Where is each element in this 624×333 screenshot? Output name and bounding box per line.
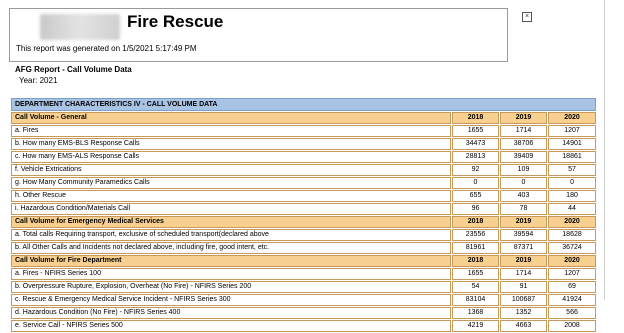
report-title: AFG Report - Call Volume Data xyxy=(15,65,132,74)
table-row: a. Total calls Requiring transport, excl… xyxy=(11,229,597,241)
cell-value: 1352 xyxy=(500,307,547,319)
cell-value: 91 xyxy=(500,281,547,293)
cell-value: 81961 xyxy=(452,242,499,254)
table-row: a. Fires 1655 1714 1207 xyxy=(11,125,597,137)
cell-value: 1207 xyxy=(548,268,597,280)
cell-value: 109 xyxy=(500,164,547,176)
cell-value: 4663 xyxy=(500,320,547,332)
table-row: d. Hazardous Condition (No Fire) - NFIRS… xyxy=(11,307,597,319)
cell-value: 78 xyxy=(500,203,547,215)
cell-value: 18628 xyxy=(548,229,597,241)
cell-value: 28813 xyxy=(452,151,499,163)
cell-value: 83104 xyxy=(452,294,499,306)
cell-value: 1655 xyxy=(452,125,499,137)
year-header: 2018 xyxy=(452,216,499,228)
table-row: c. How many EMS-ALS Response Calls 28813 3… xyxy=(11,151,597,163)
year-header: 2020 xyxy=(548,112,597,124)
row-label: a. Fires xyxy=(11,125,451,137)
row-label: c. Rescue & Emergency Medical Service In… xyxy=(11,294,451,306)
row-label: i. Hazardous Condition/Materials Call xyxy=(11,203,451,215)
cell-value: 0 xyxy=(548,177,597,189)
cell-value: 1714 xyxy=(500,125,547,137)
cell-value: 36724 xyxy=(548,242,597,254)
close-icon[interactable]: × xyxy=(522,12,532,22)
cell-value: 54 xyxy=(452,281,499,293)
section-title: Call Volume - General xyxy=(11,112,451,124)
table-row: i. Hazardous Condition/Materials Call 96 7… xyxy=(11,203,597,215)
cell-value: 18861 xyxy=(548,151,597,163)
cell-value: 566 xyxy=(548,307,597,319)
section-title: Call Volume for Emergency Medical Servic… xyxy=(11,216,451,228)
cell-value: 87371 xyxy=(500,242,547,254)
table-row: c. Rescue & Emergency Medical Service In… xyxy=(11,294,597,306)
year-header: 2019 xyxy=(500,216,547,228)
row-label: f. Vehicle Extrications xyxy=(11,164,451,176)
cell-value: 1714 xyxy=(500,268,547,280)
year-header: 2019 xyxy=(500,112,547,124)
cell-value: 14901 xyxy=(548,138,597,150)
cell-value: 100687 xyxy=(500,294,547,306)
call-volume-table: DEPARTMENT CHARACTERISTICS IV - CALL VOL… xyxy=(10,97,598,333)
page-title: Fire Rescue xyxy=(127,12,224,31)
row-label: g. How Many Community Paramedics Calls xyxy=(11,177,451,189)
cell-value: 39409 xyxy=(500,151,547,163)
report-header: Fire Rescue This report was generated on… xyxy=(9,8,508,62)
table-row: b. Overpressure Rupture, Explosion, Over… xyxy=(11,281,597,293)
cell-value: 96 xyxy=(452,203,499,215)
section-header-row: Call Volume for Emergency Medical Servic… xyxy=(11,216,597,228)
year-header: 2018 xyxy=(452,255,499,267)
cell-value: 92 xyxy=(452,164,499,176)
table-row: e. Service Call - NFIRS Series 500 4219 46… xyxy=(11,320,597,332)
row-label: c. How many EMS-ALS Response Calls xyxy=(11,151,451,163)
cell-value: 1368 xyxy=(452,307,499,319)
table-row: b. All Other Calls and Incidents not dec… xyxy=(11,242,597,254)
window-divider xyxy=(604,0,605,300)
row-label: b. All Other Calls and Incidents not dec… xyxy=(11,242,451,254)
cell-value: 0 xyxy=(500,177,547,189)
cell-value: 23556 xyxy=(452,229,499,241)
cell-value: 0 xyxy=(452,177,499,189)
cell-value: 180 xyxy=(548,190,597,202)
year-header: 2020 xyxy=(548,216,597,228)
cell-value: 44 xyxy=(548,203,597,215)
row-label: a. Fires - NFIRS Series 100 xyxy=(11,268,451,280)
row-label: b. How many EMS-BLS Response Calls xyxy=(11,138,451,150)
cell-value: 57 xyxy=(548,164,597,176)
cell-value: 41924 xyxy=(548,294,597,306)
row-label: b. Overpressure Rupture, Explosion, Over… xyxy=(11,281,451,293)
table-row: a. Fires - NFIRS Series 100 1655 1714 1207 xyxy=(11,268,597,280)
cell-value: 1655 xyxy=(452,268,499,280)
row-label: d. Hazardous Condition (No Fire) - NFIRS… xyxy=(11,307,451,319)
section-header-row: Call Volume for Fire Department 2018 201… xyxy=(11,255,597,267)
row-label: h. Other Rescue xyxy=(11,190,451,202)
table-row: f. Vehicle Extrications 92 109 57 xyxy=(11,164,597,176)
cell-value: 34473 xyxy=(452,138,499,150)
cell-value: 655 xyxy=(452,190,499,202)
cell-value: 69 xyxy=(548,281,597,293)
cell-value: 1207 xyxy=(548,125,597,137)
generated-timestamp: This report was generated on 1/5/2021 5:… xyxy=(16,44,197,53)
cell-value: 403 xyxy=(500,190,547,202)
table-row: g. How Many Community Paramedics Calls 0 0… xyxy=(11,177,597,189)
redacted-logo xyxy=(40,14,120,40)
cell-value: 39594 xyxy=(500,229,547,241)
dept-header: DEPARTMENT CHARACTERISTICS IV - CALL VOL… xyxy=(11,98,597,111)
row-label: e. Service Call - NFIRS Series 500 xyxy=(11,320,451,332)
dept-header-row: DEPARTMENT CHARACTERISTICS IV - CALL VOL… xyxy=(11,98,597,111)
table-row: b. How many EMS-BLS Response Calls 34473 3… xyxy=(11,138,597,150)
section-header-row: Call Volume - General 2018 2019 2020 xyxy=(11,112,597,124)
year-header: 2019 xyxy=(500,255,547,267)
cell-value: 4219 xyxy=(452,320,499,332)
table-row: h. Other Rescue 655 403 180 xyxy=(11,190,597,202)
cell-value: 2008 xyxy=(548,320,597,332)
cell-value: 38706 xyxy=(500,138,547,150)
year-header: 2020 xyxy=(548,255,597,267)
section-title: Call Volume for Fire Department xyxy=(11,255,451,267)
year-header: 2018 xyxy=(452,112,499,124)
row-label: a. Total calls Requiring transport, excl… xyxy=(11,229,451,241)
report-year: Year: 2021 xyxy=(19,76,58,85)
